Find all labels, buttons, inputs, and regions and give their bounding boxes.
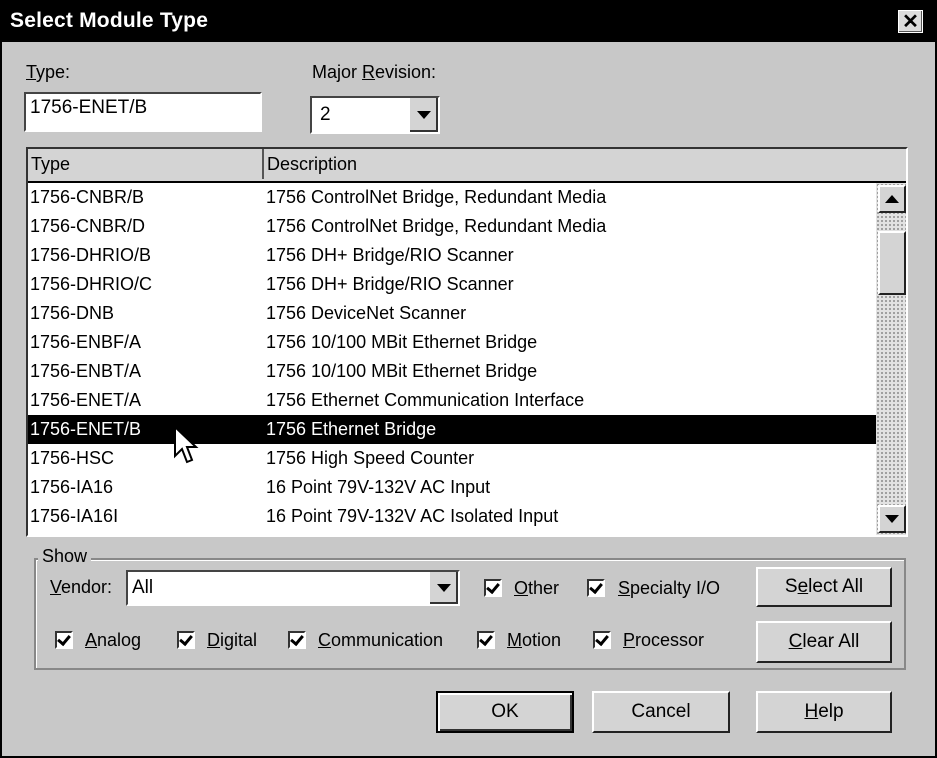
vendor-select[interactable]: All — [126, 570, 460, 606]
list-header: Type Description — [28, 149, 906, 183]
table-row-selected[interactable]: 1756-ENET/B 1756 Ethernet Bridge — [28, 415, 876, 444]
module-description-cell: 16 Point 79V-132V AC Isolated Input — [266, 506, 559, 526]
checkbox-analog-box[interactable] — [55, 631, 73, 649]
table-row[interactable]: 1756-IA16 16 Point 79V-132V AC Input — [28, 473, 876, 502]
module-type-list[interactable]: Type Description 1756-CNBR/B 1756 Control… — [26, 147, 908, 537]
scroll-up-button[interactable] — [878, 185, 906, 213]
module-description-cell: 1756 DH+ Bridge/RIO Scanner — [266, 245, 514, 265]
module-description-cell: 1756 ControlNet Bridge, Redundant Media — [266, 216, 607, 236]
checkbox-digital-box[interactable] — [177, 631, 195, 649]
module-type-cell: 1756-ENET/B — [30, 419, 142, 439]
module-description-cell: 16 Point 79V-132V AC Input — [266, 477, 491, 497]
module-description-cell: 1756 10/100 MBit Ethernet Bridge — [266, 332, 538, 352]
table-row[interactable]: 1756-ENBT/A 1756 10/100 MBit Ethernet Bri… — [28, 357, 876, 386]
checkbox-analog-label: Analog — [85, 630, 142, 650]
table-row[interactable]: 1756-DHRIO/B 1756 DH+ Bridge/RIO Scanner — [28, 241, 876, 270]
list-rows: 1756-CNBR/B 1756 ControlNet Bridge, Redun… — [28, 183, 876, 531]
scroll-down-arrow-icon — [885, 515, 899, 523]
help-button[interactable]: Help — [756, 691, 892, 733]
checkbox-processor-box[interactable] — [593, 631, 611, 649]
checkbox-communication-box[interactable] — [288, 631, 306, 649]
checkbox-communication-label: Communication — [318, 630, 444, 650]
type-label: Type: — [26, 62, 71, 82]
module-description-cell: 1756 High Speed Counter — [266, 448, 475, 468]
show-group-label: Show — [38, 546, 92, 567]
table-row[interactable]: 1756-DHRIO/C 1756 DH+ Bridge/RIO Scanner — [28, 270, 876, 299]
ok-button[interactable]: OK — [436, 691, 574, 733]
major-revision-select[interactable]: 2 — [310, 96, 440, 134]
module-description-cell: 1756 Ethernet Communication Interface — [266, 390, 585, 410]
table-row[interactable]: 1756-HSC 1756 High Speed Counter — [28, 444, 876, 473]
select-all-button[interactable]: Se lect All — [756, 567, 892, 607]
module-type-cell: 1756-IA16 — [30, 477, 114, 497]
checkbox-other-label: Other — [514, 578, 560, 598]
module-type-cell: 1756-CNBR/B — [30, 187, 145, 207]
scrollbar-thumb[interactable] — [878, 231, 906, 295]
module-type-cell: 1756-DHRIO/B — [30, 245, 152, 265]
checkbox-specialty-io-box[interactable] — [587, 579, 605, 597]
vendor-dropdown-button[interactable] — [428, 572, 458, 604]
close-icon: ✕ — [902, 10, 919, 33]
checkbox-motion-box[interactable] — [477, 631, 495, 649]
cancel-button[interactable]: Cancel — [592, 691, 730, 733]
major-revision-label: Major Revision: — [312, 62, 437, 82]
module-type-cell: 1756-HSC — [30, 448, 115, 468]
title-bar: Select Module Type ✕ — [2, 2, 935, 42]
vendor-value: All — [132, 577, 154, 598]
clear-all-button[interactable]: Clear All — [756, 621, 892, 663]
scroll-up-arrow-icon — [885, 195, 899, 203]
checkbox-processor-label: Processor — [623, 630, 705, 650]
module-type-cell: 1756-DNB — [30, 303, 115, 323]
checkbox-digital-label: Digital — [207, 630, 258, 650]
close-button[interactable]: ✕ — [898, 10, 923, 33]
scroll-down-button[interactable] — [878, 505, 906, 533]
table-row[interactable]: 1756-ENBF/A 1756 10/100 MBit Ethernet Bri… — [28, 328, 876, 357]
select-module-type-dialog: Select Module Type ✕ Type: 1756-ENET/B M… — [0, 0, 937, 758]
chevron-down-icon — [437, 584, 451, 592]
module-type-cell: 1756-DHRIO/C — [30, 274, 153, 294]
vertical-scrollbar[interactable] — [876, 183, 906, 535]
module-type-cell: 1756-CNBR/D — [30, 216, 146, 236]
major-revision-dropdown-button[interactable] — [408, 98, 438, 132]
table-row[interactable]: 1756-DNB 1756 DeviceNet Scanner — [28, 299, 876, 328]
module-description-cell: 1756 10/100 MBit Ethernet Bridge — [266, 361, 538, 381]
module-type-cell: 1756-ENBT/A — [30, 361, 142, 381]
checkbox-other-box[interactable] — [484, 579, 502, 597]
table-row[interactable]: 1756-CNBR/B 1756 ControlNet Bridge, Redun… — [28, 183, 876, 212]
module-type-cell: 1756-ENBF/A — [30, 332, 142, 352]
type-input[interactable]: 1756-ENET/B — [24, 92, 262, 132]
module-description-cell: 1756 DeviceNet Scanner — [266, 303, 467, 323]
table-row[interactable]: 1756-ENET/A 1756 Ethernet Communication I… — [28, 386, 876, 415]
vendor-label: Vendor: — [50, 577, 113, 597]
major-revision-value: 2 — [320, 104, 331, 125]
module-type-cell: 1756-ENET/A — [30, 390, 142, 410]
table-row[interactable]: 1756-CNBR/D 1756 ControlNet Bridge, Redun… — [28, 212, 876, 241]
type-input-value: 1756-ENET/B — [30, 97, 148, 118]
mouse-pointer-icon — [174, 426, 199, 464]
table-row[interactable]: 1756-IA16I 16 Point 79V-132V AC Isolated … — [28, 502, 876, 531]
checkbox-specialty-io-label: Specialty I/O — [618, 578, 721, 598]
module-description-cell: 1756 ControlNet Bridge, Redundant Media — [266, 187, 607, 207]
module-description-cell: 1756 DH+ Bridge/RIO Scanner — [266, 274, 514, 294]
checkbox-motion-label: Motion — [507, 630, 562, 650]
dialog-title: Select Module Type — [10, 9, 209, 32]
chevron-down-icon — [417, 111, 431, 119]
module-description-cell: 1756 Ethernet Bridge — [266, 419, 437, 439]
module-type-cell: 1756-IA16I — [30, 506, 119, 526]
column-header-description[interactable]: Description — [264, 149, 906, 179]
column-header-type[interactable]: Type — [28, 149, 264, 179]
